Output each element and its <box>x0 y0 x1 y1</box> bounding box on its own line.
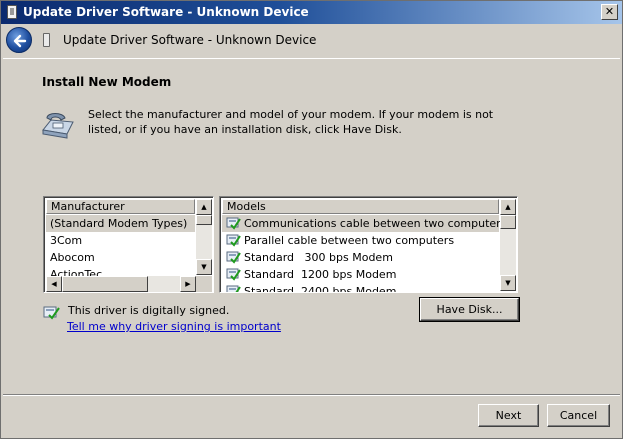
close-button[interactable]: ✕ <box>601 4 618 20</box>
signed-driver-icon <box>226 251 241 264</box>
scroll-right-button[interactable]: ▶ <box>180 276 196 292</box>
signed-driver-icon <box>226 285 241 292</box>
scrollbar-corner <box>196 276 212 292</box>
driver-signing-link[interactable]: Tell me why driver signing is important <box>67 320 281 333</box>
modem-icon <box>42 113 74 139</box>
manufacturer-item[interactable]: (Standard Modem Types) <box>46 215 195 232</box>
manufacturer-item[interactable]: 3Com <box>46 232 195 249</box>
section-title: Install New Modem <box>42 75 172 89</box>
manufacturer-column-header[interactable]: Manufacturer <box>46 199 195 214</box>
have-disk-button[interactable]: Have Disk... <box>419 297 520 322</box>
model-label: Standard 1200 bps Modem <box>244 268 397 281</box>
signed-driver-icon <box>226 234 241 247</box>
signed-driver-icon <box>226 268 241 281</box>
scroll-up-button[interactable]: ▲ <box>500 199 516 215</box>
model-item[interactable]: Communications cable between two compute… <box>222 215 506 232</box>
model-item[interactable]: Standard 2400 bps Modem <box>222 283 499 293</box>
signed-driver-icon <box>43 306 60 320</box>
footer-divider <box>3 394 620 396</box>
next-button[interactable]: Next <box>478 404 539 427</box>
models-column-header[interactable]: Models <box>222 199 499 214</box>
window-title: Update Driver Software - Unknown Device <box>23 5 309 19</box>
model-label: Parallel cable between two computers <box>244 234 455 247</box>
scroll-thumb[interactable] <box>62 276 148 292</box>
scroll-up-button[interactable]: ▲ <box>196 199 212 215</box>
instructions-text: Select the manufacturer and model of you… <box>88 108 494 136</box>
manufacturer-list[interactable]: Manufacturer (Standard Modem Types) 3Com… <box>43 196 214 293</box>
title-bar[interactable]: Update Driver Software - Unknown Device … <box>1 1 622 24</box>
dialog-window: Update Driver Software - Unknown Device … <box>0 0 623 439</box>
manufacturer-vertical-scrollbar[interactable]: ▲ ▼ <box>196 199 212 275</box>
wizard-header: Update Driver Software - Unknown Device <box>1 24 622 58</box>
model-item[interactable]: Standard 1200 bps Modem <box>222 266 499 283</box>
device-icon <box>43 33 50 47</box>
back-arrow-icon <box>13 34 27 48</box>
cancel-button[interactable]: Cancel <box>547 404 610 427</box>
model-item[interactable]: Parallel cable between two computers <box>222 232 499 249</box>
scroll-thumb[interactable] <box>500 215 516 229</box>
signed-status-text: This driver is digitally signed. <box>68 304 230 317</box>
manufacturer-horizontal-scrollbar[interactable]: ◀ ▶ <box>46 276 196 292</box>
wizard-title: Update Driver Software - Unknown Device <box>63 33 317 47</box>
manufacturer-item[interactable]: Abocom <box>46 249 195 266</box>
models-vertical-scrollbar[interactable]: ▲ ▼ <box>500 199 516 291</box>
model-label: Standard 2400 bps Modem <box>244 285 397 293</box>
model-label: Standard 300 bps Modem <box>244 251 393 264</box>
model-label: Communications cable between two compute… <box>244 217 507 230</box>
device-icon <box>7 5 17 19</box>
scroll-thumb[interactable] <box>196 215 212 225</box>
models-list[interactable]: Models Communications cable between two … <box>219 196 518 293</box>
signed-driver-icon <box>226 217 241 230</box>
scroll-left-button[interactable]: ◀ <box>46 276 62 292</box>
scroll-down-button[interactable]: ▼ <box>196 259 212 275</box>
scroll-down-button[interactable]: ▼ <box>500 275 516 291</box>
back-button[interactable] <box>6 27 32 53</box>
model-item[interactable]: Standard 300 bps Modem <box>222 249 499 266</box>
